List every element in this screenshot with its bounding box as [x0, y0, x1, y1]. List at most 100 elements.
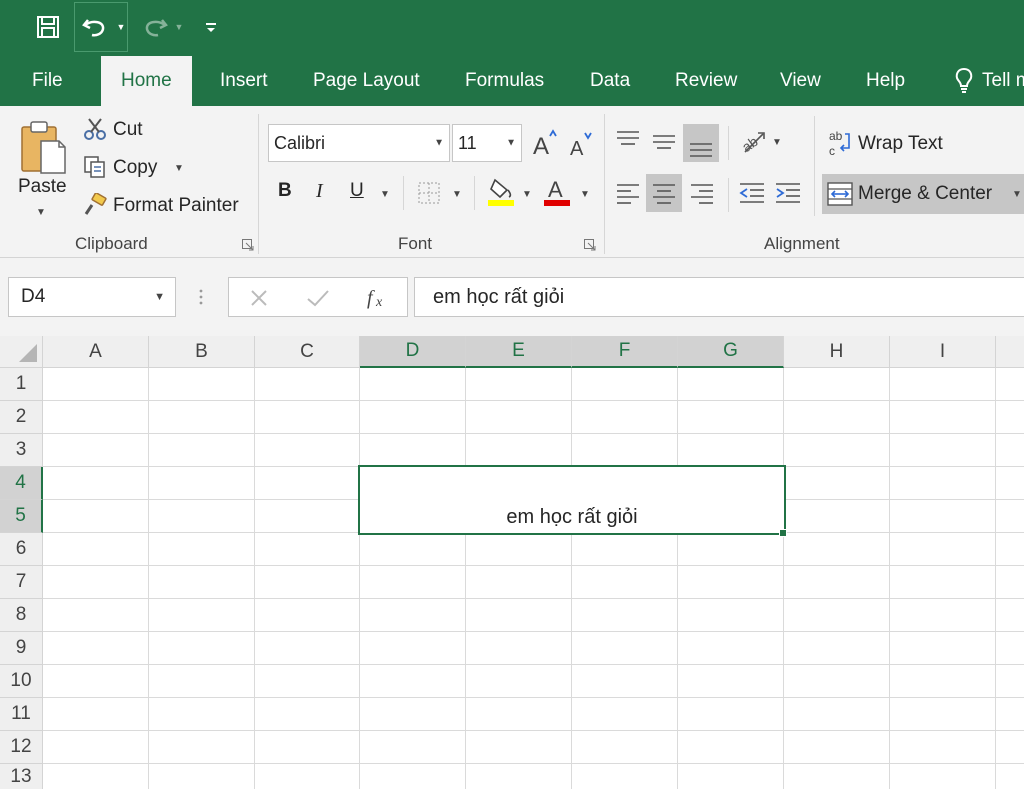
merge-center-icon[interactable]: [826, 180, 854, 208]
row-header-2[interactable]: 2: [0, 401, 43, 434]
font-color-icon[interactable]: A: [542, 176, 572, 208]
redo-icon[interactable]: [140, 0, 170, 54]
select-all-corner[interactable]: [0, 336, 43, 368]
paste-dropdown-icon[interactable]: ▼: [34, 206, 48, 218]
align-right-icon[interactable]: [688, 176, 716, 210]
undo-icon[interactable]: [80, 0, 110, 54]
format-painter-icon[interactable]: [82, 192, 108, 218]
svg-text:ab: ab: [739, 133, 761, 155]
column-header-a[interactable]: A: [43, 336, 149, 368]
orientation-dropdown-icon[interactable]: ▼: [770, 136, 784, 148]
top-align-icon[interactable]: [614, 124, 642, 158]
row-header-8[interactable]: 8: [0, 599, 43, 632]
fill-color-dropdown-icon[interactable]: ▼: [520, 188, 534, 200]
row-header-6[interactable]: 6: [0, 533, 43, 566]
row-header-7[interactable]: 7: [0, 566, 43, 599]
font-launcher-icon[interactable]: [584, 238, 596, 251]
merge-center-dropdown-icon[interactable]: ▼: [1010, 188, 1024, 200]
cancel-icon[interactable]: [247, 286, 271, 310]
formula-input[interactable]: em học rất giỏi: [414, 277, 1024, 317]
wrap-text-button[interactable]: Wrap Text: [858, 130, 943, 158]
row-header-11[interactable]: 11: [0, 698, 43, 731]
copy-button[interactable]: Copy: [113, 156, 157, 180]
tab-insert[interactable]: Insert: [220, 54, 268, 106]
underline-dropdown-icon[interactable]: ▼: [378, 188, 392, 200]
font-name-value: Calibri: [274, 132, 326, 153]
redo-dropdown-icon[interactable]: ▼: [172, 0, 186, 54]
row-header-1[interactable]: 1: [0, 368, 43, 401]
paste-button[interactable]: Paste: [18, 176, 67, 198]
worksheet-grid[interactable]: A B C D E F G H I 1 2 3 4 5 6 7 8 9 10 1…: [0, 336, 1024, 789]
underline-button[interactable]: U: [350, 180, 366, 202]
copy-dropdown-icon[interactable]: ▼: [172, 162, 186, 174]
column-header-c[interactable]: C: [255, 336, 360, 368]
column-header-f[interactable]: F: [572, 336, 678, 368]
chevron-down-icon: ▼: [434, 137, 444, 149]
grid-line: [254, 368, 255, 789]
lightbulb-icon[interactable]: [952, 66, 976, 96]
font-size-combobox[interactable]: 11 ▼: [452, 124, 522, 162]
format-painter-button[interactable]: Format Painter: [113, 194, 239, 218]
row-header-13[interactable]: 13: [0, 764, 43, 789]
paste-icon[interactable]: [18, 118, 68, 178]
wrap-text-icon[interactable]: ab c: [826, 128, 854, 158]
column-header-e[interactable]: E: [466, 336, 572, 368]
decrease-font-size-icon[interactable]: A: [566, 128, 594, 160]
tab-page-layout[interactable]: Page Layout: [313, 54, 420, 106]
fill-handle[interactable]: [779, 529, 787, 537]
tab-review[interactable]: Review: [675, 54, 737, 106]
increase-font-size-icon[interactable]: A: [530, 126, 558, 160]
increase-indent-icon[interactable]: [772, 176, 804, 210]
orientation-icon[interactable]: ab: [738, 126, 768, 158]
undo-dropdown-icon[interactable]: ▼: [114, 0, 128, 54]
insert-function-icon[interactable]: fx: [365, 284, 393, 312]
tab-help[interactable]: Help: [866, 54, 905, 106]
column-header-d[interactable]: D: [360, 336, 466, 368]
grid-line: [995, 368, 996, 789]
borders-icon[interactable]: [416, 180, 442, 206]
copy-icon[interactable]: [82, 154, 108, 180]
name-box[interactable]: D4 ▼: [8, 277, 176, 317]
grid-line: [783, 368, 784, 789]
tab-file[interactable]: File: [32, 54, 63, 106]
align-center-icon[interactable]: [646, 174, 682, 212]
row-header-3[interactable]: 3: [0, 434, 43, 467]
formula-bar-grip-icon[interactable]: [196, 286, 206, 308]
bottom-align-icon[interactable]: [683, 124, 719, 162]
tab-formulas[interactable]: Formulas: [465, 54, 544, 106]
chevron-down-icon: ▼: [154, 291, 165, 303]
merge-center-button[interactable]: Merge & Center: [858, 180, 992, 208]
row-header-12[interactable]: 12: [0, 731, 43, 764]
middle-align-icon[interactable]: [650, 124, 678, 158]
grid-line: [571, 368, 572, 789]
tab-data[interactable]: Data: [590, 54, 630, 106]
svg-text:A: A: [548, 177, 563, 202]
bold-button[interactable]: B: [278, 180, 294, 202]
align-left-icon[interactable]: [614, 176, 642, 210]
borders-dropdown-icon[interactable]: ▼: [450, 188, 464, 200]
clipboard-launcher-icon[interactable]: [242, 238, 254, 251]
customize-qat-icon[interactable]: [202, 0, 220, 54]
font-name-combobox[interactable]: Calibri ▼: [268, 124, 450, 162]
column-header-b[interactable]: B: [149, 336, 255, 368]
enter-check-icon[interactable]: [305, 286, 331, 310]
row-header-4[interactable]: 4: [0, 467, 43, 500]
tab-tell-me[interactable]: Tell m: [982, 54, 1024, 106]
merged-cell-d4-g5[interactable]: em học rất giỏi: [358, 465, 786, 535]
save-icon[interactable]: [30, 0, 66, 54]
italic-button[interactable]: I: [316, 180, 330, 203]
fill-color-icon[interactable]: [486, 176, 516, 208]
row-header-10[interactable]: 10: [0, 665, 43, 698]
decrease-indent-icon[interactable]: [736, 176, 768, 210]
cut-button[interactable]: Cut: [113, 118, 143, 142]
column-header-i[interactable]: I: [890, 336, 996, 368]
column-header-g[interactable]: G: [678, 336, 784, 368]
scissors-icon[interactable]: [82, 116, 108, 142]
tab-view[interactable]: View: [780, 54, 821, 106]
row-header-5[interactable]: 5: [0, 500, 43, 533]
column-header-h[interactable]: H: [784, 336, 890, 368]
font-color-dropdown-icon[interactable]: ▼: [578, 188, 592, 200]
row-header-9[interactable]: 9: [0, 632, 43, 665]
svg-text:f: f: [367, 287, 375, 309]
tab-home[interactable]: Home: [101, 56, 192, 106]
